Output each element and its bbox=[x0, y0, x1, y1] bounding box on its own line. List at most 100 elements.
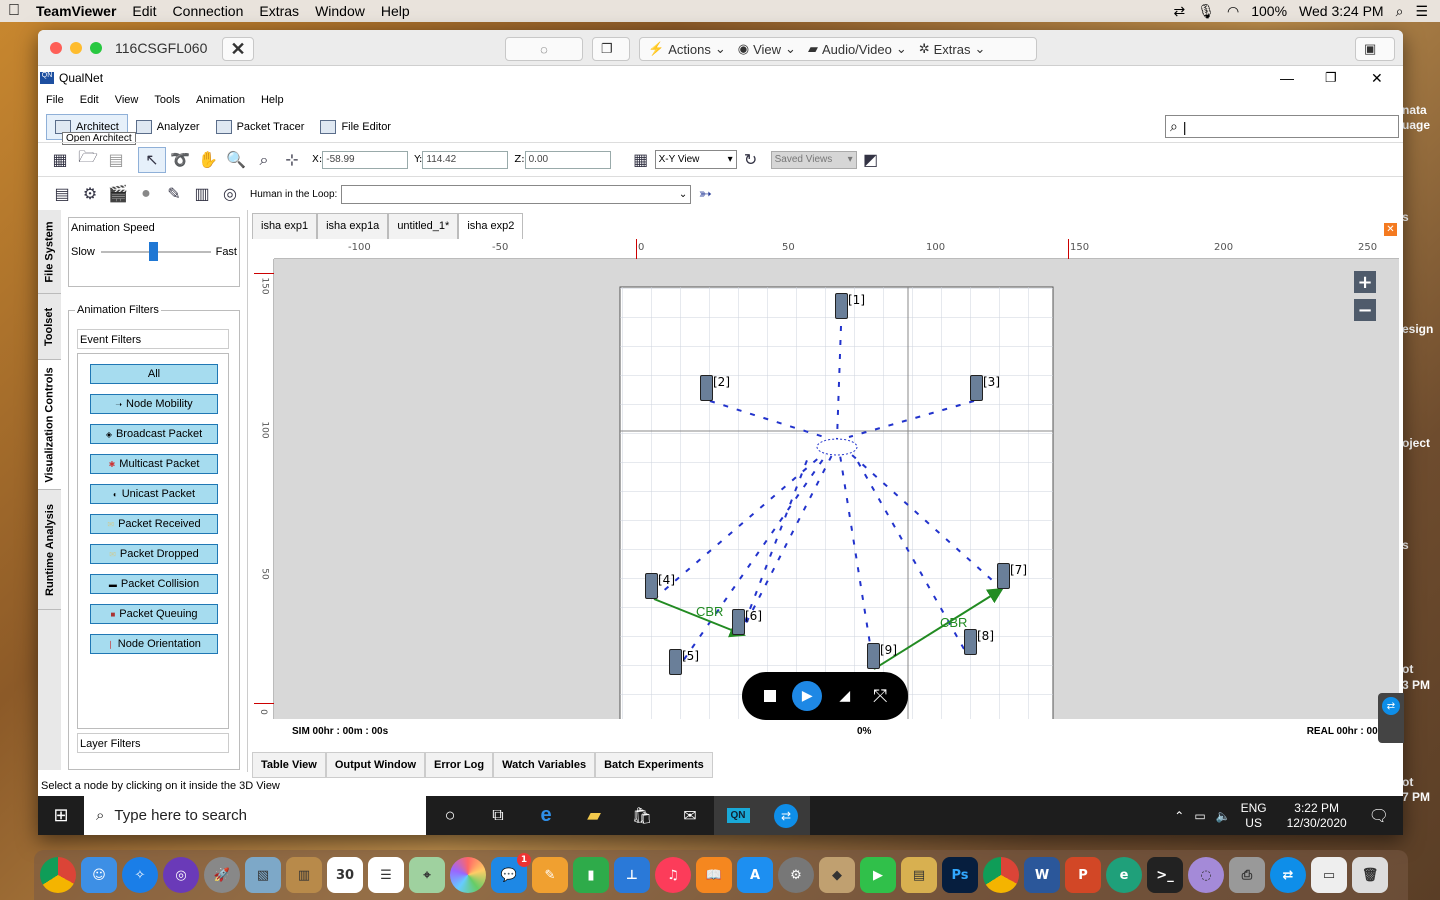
powerpoint-icon[interactable]: P bbox=[1065, 857, 1101, 893]
play-button[interactable]: ▶ bbox=[792, 681, 823, 711]
pages-icon[interactable]: ✎ bbox=[532, 857, 568, 893]
menu-window[interactable]: Window bbox=[307, 3, 373, 19]
menu-help[interactable]: Help bbox=[373, 3, 418, 19]
tab-isha-exp2[interactable]: isha exp2 bbox=[458, 213, 524, 239]
filter-packet-dropped-button[interactable]: ✉ Packet Dropped bbox=[90, 544, 218, 564]
hitl-input[interactable]: ⌄ bbox=[341, 184, 692, 204]
stats-chart-icon[interactable]: ▥ bbox=[188, 181, 216, 207]
archive-icon[interactable]: ▤ bbox=[901, 857, 937, 893]
store-icon[interactable]: 🛍 bbox=[618, 806, 666, 826]
menu-app[interactable]: TeamViewer bbox=[28, 3, 124, 19]
photos-icon[interactable] bbox=[450, 857, 486, 893]
grid-icon[interactable]: ▦ bbox=[627, 147, 655, 173]
taskbar-clock[interactable]: 3:22 PM 12/30/2020 bbox=[1287, 801, 1347, 831]
tab-toolset[interactable]: Toolset bbox=[38, 294, 61, 360]
apple-icon[interactable]:  bbox=[0, 2, 28, 20]
audio-video-button[interactable]: Audio/Video bbox=[822, 42, 892, 57]
window-icon[interactable]: ◩ bbox=[857, 147, 885, 173]
hitl-send-icon[interactable]: ➳ bbox=[691, 181, 719, 207]
tab-batch-experiments[interactable]: Batch Experiments bbox=[595, 752, 713, 778]
close-icon[interactable]: ✕ bbox=[1371, 70, 1383, 87]
saved-views-select[interactable]: Saved Views ▾ bbox=[770, 150, 857, 169]
edge-icon[interactable]: e bbox=[522, 804, 570, 827]
siri-icon[interactable]: ◎ bbox=[163, 857, 199, 893]
keynote-icon[interactable]: ⊥ bbox=[614, 857, 650, 893]
node-3[interactable]: [3] bbox=[970, 375, 1000, 401]
record-icon[interactable]: ● bbox=[132, 181, 160, 207]
cortana-icon[interactable]: ○ bbox=[426, 805, 474, 826]
end-session-button[interactable]: ✕ bbox=[222, 37, 254, 61]
tab-untitled-1[interactable]: untitled_1* bbox=[388, 213, 459, 239]
printer-icon[interactable]: ⎙ bbox=[1229, 857, 1265, 893]
eye-icon[interactable]: ◎ bbox=[216, 181, 244, 207]
battery-text[interactable]: 100% bbox=[1251, 3, 1287, 19]
facetime-icon[interactable]: ▶ bbox=[860, 857, 896, 893]
menu-file[interactable]: File bbox=[38, 94, 72, 106]
clock[interactable]: Wed 3:24 PM bbox=[1299, 3, 1384, 19]
maps-icon[interactable]: ⌖ bbox=[409, 857, 445, 893]
reset-view-icon[interactable]: ↻ bbox=[737, 147, 765, 173]
task-view-icon[interactable]: ⧉ bbox=[474, 807, 522, 825]
remote-screen-button[interactable]: ▣ bbox=[1355, 37, 1395, 61]
clipboard-button[interactable]: ❐ bbox=[592, 37, 630, 61]
photoshop-icon[interactable]: Ps bbox=[942, 857, 978, 893]
pan-hand-icon[interactable]: ✋ bbox=[194, 147, 222, 173]
filter-packet-queuing-button[interactable]: ■ Packet Queuing bbox=[90, 604, 218, 624]
volume-icon[interactable]: 🔈 bbox=[1216, 809, 1231, 823]
zoom-out-button[interactable]: − bbox=[1354, 299, 1376, 321]
step-button[interactable]: ◢ bbox=[832, 683, 858, 709]
filter-unicast-button[interactable]: ◐ Unicast Packet bbox=[90, 484, 218, 504]
system-preferences-icon[interactable]: ⚙ bbox=[778, 857, 814, 893]
event-filters-header[interactable]: Event Filters bbox=[77, 329, 229, 349]
close-tab-icon[interactable]: ✕ bbox=[1384, 223, 1397, 236]
finder-icon[interactable]: ☺ bbox=[81, 857, 117, 893]
z-input[interactable] bbox=[524, 150, 611, 169]
notes-book-icon[interactable]: ▥ bbox=[286, 857, 322, 893]
messages-icon[interactable]: 💬 1 bbox=[491, 853, 531, 893]
launchpad-icon[interactable]: 🚀 bbox=[204, 857, 240, 893]
network-canvas[interactable] bbox=[274, 259, 1399, 719]
tray-chevron-up-icon[interactable]: ⌃ bbox=[1174, 809, 1184, 823]
extras-button[interactable]: Extras bbox=[934, 42, 971, 57]
clapper-icon[interactable]: 🎬 bbox=[104, 181, 132, 207]
stop-button[interactable] bbox=[757, 683, 783, 709]
settings-gear-icon[interactable]: ⚙ bbox=[76, 181, 104, 207]
menu-tools[interactable]: Tools bbox=[146, 94, 188, 106]
numbers-icon[interactable]: ▮ bbox=[573, 857, 609, 893]
file-editor-button[interactable]: File Editor bbox=[312, 114, 399, 140]
new-scenario-icon[interactable]: ▦ bbox=[46, 147, 74, 173]
taskbar-search-box[interactable]: ⌕ Type here to search bbox=[84, 796, 426, 835]
node-4[interactable]: [4] bbox=[645, 573, 675, 599]
tab-visualization-controls[interactable]: Visualization Controls bbox=[38, 360, 61, 490]
search-icon[interactable]: ⌕ bbox=[1396, 3, 1404, 20]
chrome-icon[interactable] bbox=[40, 857, 76, 893]
safari-icon[interactable]: ✧ bbox=[122, 857, 158, 893]
preview-icon[interactable]: ▧ bbox=[245, 857, 281, 893]
view-button[interactable]: View bbox=[753, 42, 781, 57]
tab-table-view[interactable]: Table View bbox=[252, 752, 326, 778]
speed-slider-thumb[interactable] bbox=[149, 242, 158, 261]
teamviewer-status-icon[interactable]: ⇄ bbox=[1173, 3, 1185, 20]
menu-view[interactable]: View bbox=[107, 94, 147, 106]
downloads-icon[interactable]: ▭ bbox=[1311, 857, 1347, 893]
refresh-button[interactable]: ◌ bbox=[505, 37, 583, 61]
teamviewer-taskbar-icon[interactable]: ⇄ bbox=[762, 796, 810, 835]
restore-icon[interactable]: ❐ bbox=[1325, 70, 1337, 86]
tab-output-window[interactable]: Output Window bbox=[325, 752, 425, 778]
microphone-icon[interactable]: 🎙 bbox=[1197, 3, 1215, 20]
music-icon[interactable]: ♫ bbox=[655, 857, 691, 893]
zoom-icon[interactable]: 🔍 bbox=[222, 147, 250, 173]
automator-icon[interactable]: ◆ bbox=[819, 857, 855, 893]
node-6[interactable]: [6] bbox=[732, 609, 762, 635]
menu-extras[interactable]: Extras bbox=[251, 3, 307, 19]
save-icon[interactable]: ▤ bbox=[102, 147, 130, 173]
tab-error-log[interactable]: Error Log bbox=[425, 752, 494, 778]
menu-help[interactable]: Help bbox=[253, 94, 292, 106]
lasso-icon[interactable]: ➰ bbox=[166, 147, 194, 173]
network-icon[interactable]: ▭ bbox=[1194, 809, 1205, 823]
language-indicator[interactable]: ENG US bbox=[1241, 801, 1267, 831]
scenario-properties-icon[interactable]: ▤ bbox=[48, 181, 76, 207]
teamviewer-dock-icon[interactable]: ⇄ bbox=[1270, 857, 1306, 893]
x-input[interactable] bbox=[322, 150, 409, 169]
filter-node-orientation-button[interactable]: ❘ Node Orientation bbox=[90, 634, 218, 654]
